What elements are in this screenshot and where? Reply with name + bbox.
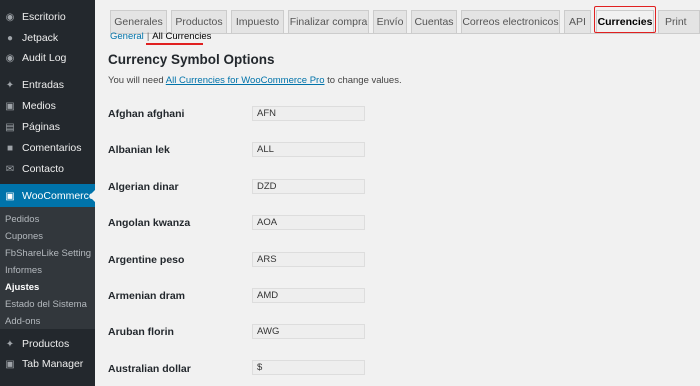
currency-symbol-input[interactable] bbox=[252, 106, 365, 121]
currency-label: Afghan afghani bbox=[108, 108, 185, 120]
notice-text-before: You will need bbox=[108, 75, 166, 86]
currency-label: Algerian dinar bbox=[108, 181, 179, 193]
woocommerce-submenu: Pedidos Cupones FbShareLike Setting Info… bbox=[0, 207, 95, 329]
subnav-all-currencies[interactable]: All Currencies bbox=[152, 31, 211, 42]
tab-generales[interactable]: Generales bbox=[110, 10, 167, 33]
tab-cuentas[interactable]: Cuentas bbox=[411, 10, 457, 33]
menu-audit-log[interactable]: ◉ Audit Log bbox=[0, 47, 95, 69]
submenu-cupones[interactable]: Cupones bbox=[5, 231, 43, 242]
menu-paginas[interactable]: ▤ Páginas bbox=[0, 116, 95, 138]
menu-label: Comentarios bbox=[22, 142, 82, 154]
tab-envio[interactable]: Envío bbox=[373, 10, 407, 33]
page-title: Currency Symbol Options bbox=[108, 52, 275, 67]
submenu-informes[interactable]: Informes bbox=[5, 265, 42, 276]
pin-icon: ✦ bbox=[5, 79, 15, 91]
currency-symbol-input[interactable] bbox=[252, 360, 365, 375]
menu-escritorio[interactable]: ◉ Escritorio bbox=[0, 6, 95, 28]
subnav-separator: | bbox=[146, 31, 150, 42]
settings-tabs: Generales Productos Impuesto Finalizar c… bbox=[110, 10, 700, 33]
active-menu-arrow bbox=[89, 189, 96, 203]
menu-entradas[interactable]: ✦ Entradas bbox=[0, 74, 95, 96]
menu-label: WooCommerce bbox=[22, 190, 95, 202]
currency-symbol-input[interactable] bbox=[252, 179, 365, 194]
tab-impuesto[interactable]: Impuesto bbox=[231, 10, 284, 33]
audit-log-icon: ◉ bbox=[5, 52, 15, 64]
subsection-nav: General | All Currencies bbox=[110, 31, 211, 42]
all-currencies-underline bbox=[146, 43, 203, 45]
menu-label: Productos bbox=[22, 338, 70, 350]
notice-text-after: to change values. bbox=[324, 75, 402, 86]
tab-correos[interactable]: Correos electronicos bbox=[461, 10, 560, 33]
pro-plugin-link[interactable]: All Currencies for WooCommerce Pro bbox=[166, 75, 325, 86]
tab-productos[interactable]: Productos bbox=[171, 10, 227, 33]
currency-label: Angolan kwanza bbox=[108, 217, 191, 229]
admin-sidebar: ◉ Escritorio ● Jetpack ◉ Audit Log ✦ Ent… bbox=[0, 0, 96, 386]
menu-label: Audit Log bbox=[22, 52, 67, 64]
woo-icon: ▣ bbox=[5, 190, 15, 202]
jetpack-icon: ● bbox=[6, 32, 14, 44]
currency-label: Albanian lek bbox=[108, 144, 170, 156]
menu-tab-manager[interactable]: ▣ Tab Manager bbox=[0, 353, 95, 375]
currency-label: Armenian dram bbox=[108, 290, 186, 302]
menu-label: Entradas bbox=[22, 79, 65, 91]
tab-print[interactable]: Print bbox=[658, 10, 700, 33]
menu-label: Tab Manager bbox=[22, 358, 84, 370]
menu-contacto[interactable]: ✉ Contacto bbox=[0, 158, 95, 180]
currency-label: Argentine peso bbox=[108, 254, 185, 266]
currency-symbol-input[interactable] bbox=[252, 252, 365, 267]
pin-icon: ✦ bbox=[5, 338, 15, 350]
menu-jetpack[interactable]: ● Jetpack bbox=[0, 27, 95, 49]
subnav-general[interactable]: General bbox=[110, 31, 144, 42]
submenu-add-ons[interactable]: Add-ons bbox=[5, 316, 40, 327]
menu-comentarios[interactable]: ■ Comentarios bbox=[0, 137, 95, 159]
submenu-fbsharelike[interactable]: FbShareLike Setting bbox=[5, 248, 91, 259]
menu-label: Medios bbox=[22, 100, 56, 112]
submenu-pedidos[interactable]: Pedidos bbox=[5, 214, 39, 225]
menu-woocommerce[interactable]: ▣ WooCommerce bbox=[0, 184, 95, 208]
dashboard-icon: ◉ bbox=[5, 11, 15, 23]
currency-label: Australian dollar bbox=[108, 363, 191, 375]
tab-finalizar-compra[interactable]: Finalizar compra bbox=[288, 10, 369, 33]
tab-api[interactable]: API bbox=[564, 10, 591, 33]
menu-label: Contacto bbox=[22, 163, 65, 175]
tab-manager-icon: ▣ bbox=[5, 358, 15, 370]
comments-icon: ■ bbox=[6, 142, 14, 154]
menu-label: Escritorio bbox=[22, 11, 66, 23]
menu-label: Páginas bbox=[22, 121, 60, 133]
menu-productos[interactable]: ✦ Productos bbox=[0, 333, 95, 355]
submenu-ajustes[interactable]: Ajustes bbox=[5, 282, 39, 293]
pro-notice: You will need All Currencies for WooComm… bbox=[108, 75, 402, 86]
currency-label: Aruban florin bbox=[108, 326, 174, 338]
currency-symbol-input[interactable] bbox=[252, 288, 365, 303]
currency-symbol-input[interactable] bbox=[252, 215, 365, 230]
media-icon: ▣ bbox=[5, 100, 15, 112]
pages-icon: ▤ bbox=[5, 121, 15, 133]
currency-symbol-input[interactable] bbox=[252, 142, 365, 157]
tab-currencies[interactable]: Currencies bbox=[596, 10, 654, 33]
menu-medios[interactable]: ▣ Medios bbox=[0, 95, 95, 117]
menu-label: Jetpack bbox=[22, 32, 59, 44]
currency-symbol-input[interactable] bbox=[252, 324, 365, 339]
submenu-estado-sistema[interactable]: Estado del Sistema bbox=[5, 299, 87, 310]
mail-icon: ✉ bbox=[5, 163, 15, 175]
